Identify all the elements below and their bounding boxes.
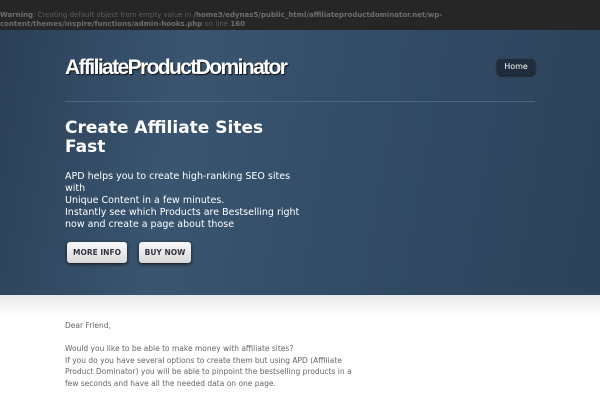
body-text: Would you like to be able to make money … xyxy=(65,343,365,390)
php-warning: Warning: Creating default object from em… xyxy=(0,0,600,30)
nav-home[interactable]: Home xyxy=(497,59,535,75)
body-line: Would you like to be able to make money … xyxy=(65,344,294,353)
hero-description: APD helps you to create high-ranking SEO… xyxy=(65,171,305,231)
hero-section: AffiliateProductDominator Home Create Af… xyxy=(0,30,600,295)
body-line: If you do you have several options to cr… xyxy=(65,355,352,389)
content-section: Dear Friend, Would you like to be able t… xyxy=(0,295,600,400)
hero-line: Unique Content in a few minutes. xyxy=(65,195,225,206)
warning-line-prefix: on line xyxy=(202,20,231,28)
more-info-button[interactable]: MORE INFO xyxy=(67,242,127,263)
hero-title: Create Affiliate Sites Fast xyxy=(65,118,264,157)
greeting: Dear Friend, xyxy=(65,321,111,330)
warning-line: 160 xyxy=(230,20,245,28)
divider xyxy=(65,101,535,102)
hero-line: Instantly see which Products are Bestsel… xyxy=(65,207,300,230)
warning-label: Warning xyxy=(0,11,34,19)
buy-now-button[interactable]: BUY NOW xyxy=(139,242,191,263)
hero-line: APD helps you to create high-ranking SEO… xyxy=(65,171,291,194)
warning-message: : Creating default object from empty val… xyxy=(33,11,194,19)
site-logo[interactable]: AffiliateProductDominator xyxy=(65,56,288,80)
